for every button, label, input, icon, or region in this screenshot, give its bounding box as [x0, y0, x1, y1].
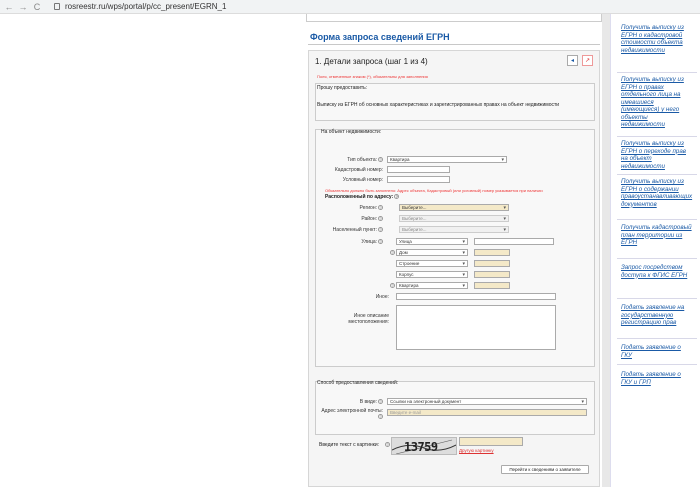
form-panel: 1. Детали запроса (шаг 1 из 4) ◂ ↗ Поля,…	[308, 50, 600, 487]
korpus-type-select[interactable]: Корпус	[396, 271, 468, 278]
right-link-registration[interactable]: Подать заявление на государственную реги…	[621, 304, 693, 327]
page: Форма запроса сведений ЕГРН 1. Детали за…	[0, 14, 700, 487]
address-label: Расположенный по адресу:?	[325, 194, 400, 200]
help-q-icon[interactable]: ?	[385, 442, 390, 447]
object-box-label: На объект недвижимости:	[321, 129, 382, 135]
divider	[617, 174, 697, 175]
other-label: Иное:	[375, 294, 389, 300]
captcha-text: 13759	[404, 440, 438, 454]
district-label: Район:?	[361, 216, 383, 222]
region-label: Регион:?	[359, 205, 383, 211]
lock-icon	[54, 3, 60, 10]
building-input[interactable]	[474, 260, 510, 267]
right-link-fgis[interactable]: Запрос посредством доступа к ФГИС ЕГРН	[621, 264, 693, 279]
title-divider	[308, 44, 600, 45]
street-input[interactable]	[474, 238, 554, 245]
captcha-refresh-link[interactable]: Другую картинку	[459, 448, 494, 453]
request-text: Выписку из ЕГРН об основных характеристи…	[317, 102, 560, 108]
email-label: Адрес электронной почты:?	[321, 408, 383, 420]
right-link-gku[interactable]: Подать заявление о ГКУ	[621, 344, 693, 359]
divider	[617, 298, 697, 299]
required-note: Поля, отмеченные знаком (*), обязательны…	[317, 74, 428, 79]
right-link-person-rights[interactable]: Получить выписку из ЕГРН о правах отдель…	[621, 76, 693, 129]
flat-input[interactable]	[474, 282, 510, 289]
captcha-label: Введите текст с картинки:	[319, 442, 380, 448]
divider	[617, 338, 697, 339]
divider	[617, 219, 697, 220]
settlement-select[interactable]: Выберите...	[399, 226, 509, 233]
browser-toolbar: ← → C rosreestr.ru/wps/portal/p/cc_prese…	[0, 0, 700, 14]
cadastral-label: Кадастровый номер:	[334, 167, 383, 173]
divider	[617, 364, 697, 365]
right-link-transfer-rights[interactable]: Получить выписку из ЕГРН о переходе прав…	[621, 140, 693, 170]
cadastral-input[interactable]	[387, 166, 450, 173]
building-type-select[interactable]: Строение	[396, 260, 468, 267]
other-desc-textarea[interactable]	[396, 305, 556, 350]
region-select[interactable]: Выберите...	[399, 204, 509, 211]
reload-button[interactable]: C	[32, 2, 42, 12]
help-icon[interactable]: ◂	[567, 55, 578, 66]
forward-button[interactable]: →	[18, 2, 28, 12]
help-q-icon[interactable]: ?	[378, 216, 383, 222]
email-input[interactable]: Введите e-mail	[387, 409, 587, 416]
korpus-input[interactable]	[474, 271, 510, 278]
help-q-icon[interactable]: ?	[378, 227, 383, 233]
divider	[617, 136, 697, 137]
warning-text: Обязательно должно быть заполнено: Адрес…	[325, 188, 543, 193]
divider	[617, 72, 697, 73]
street-type-select[interactable]: Улица	[396, 238, 468, 245]
flat-type-select[interactable]: Квартира	[396, 282, 468, 289]
request-box-label: Прошу предоставить:	[317, 85, 368, 91]
delivery-label: Способ предоставления сведений:	[317, 380, 399, 386]
district-select[interactable]: Выберите...	[399, 215, 509, 222]
conditional-label: Условный номер:	[342, 177, 383, 183]
other-input[interactable]	[396, 293, 556, 300]
kind-select[interactable]: Ссылки на электронный документ	[387, 398, 587, 405]
divider	[617, 258, 697, 259]
step-heading: 1. Детали запроса (шаг 1 из 4)	[315, 57, 428, 66]
help-q-icon[interactable]: ?	[394, 194, 400, 200]
back-button[interactable]: ←	[4, 2, 14, 12]
help-q-icon[interactable]: ?	[378, 239, 383, 245]
next-step-button[interactable]: Перейти к сведениям о заявителе	[501, 465, 589, 474]
right-link-cadastral-plan[interactable]: Получить кадастровый план территории из …	[621, 224, 693, 247]
main-content: Форма запроса сведений ЕГРН 1. Детали за…	[306, 14, 602, 487]
top-strip	[306, 14, 602, 22]
other-desc-label: Иное описание местоположения:	[348, 313, 389, 325]
kind-label: В виде:?	[359, 399, 383, 405]
help-q-icon[interactable]: ?	[378, 399, 383, 405]
help-q-icon[interactable]: ?	[378, 205, 383, 211]
settlement-label: Населенный пункт:?	[332, 227, 383, 233]
captcha-input[interactable]	[459, 437, 523, 446]
pdf-icon[interactable]: ↗	[582, 55, 593, 66]
type-label: Тип объекта:?	[347, 157, 383, 163]
conditional-input[interactable]	[387, 176, 450, 183]
step-icons: ◂ ↗	[567, 55, 593, 66]
right-link-gku-grp[interactable]: Подать заявление о ГКУ и ГРП	[621, 371, 693, 386]
left-blank-area	[0, 14, 306, 487]
right-sidebar: Получить выписку из ЕГРН о кадастровой с…	[610, 14, 700, 487]
form-title: Форма запроса сведений ЕГРН	[310, 32, 450, 42]
right-link-cadastral-value[interactable]: Получить выписку из ЕГРН о кадастровой с…	[621, 24, 693, 54]
help-q-icon[interactable]: ?	[378, 414, 383, 420]
captcha-image: 13759	[391, 437, 457, 455]
house-type-select[interactable]: Дом	[396, 249, 468, 256]
help-q-icon[interactable]: ?	[378, 157, 383, 163]
address-bar[interactable]: rosreestr.ru/wps/portal/p/cc_present/EGR…	[65, 2, 226, 11]
house-input[interactable]	[474, 249, 510, 256]
help-q-icon[interactable]: ?	[390, 283, 395, 288]
right-link-documents[interactable]: Получить выписку из ЕГРН о содержании пр…	[621, 178, 693, 208]
type-select[interactable]: Квартира	[387, 156, 507, 163]
help-q-icon[interactable]: ?	[390, 250, 395, 255]
street-label: Улица:?	[361, 239, 383, 245]
